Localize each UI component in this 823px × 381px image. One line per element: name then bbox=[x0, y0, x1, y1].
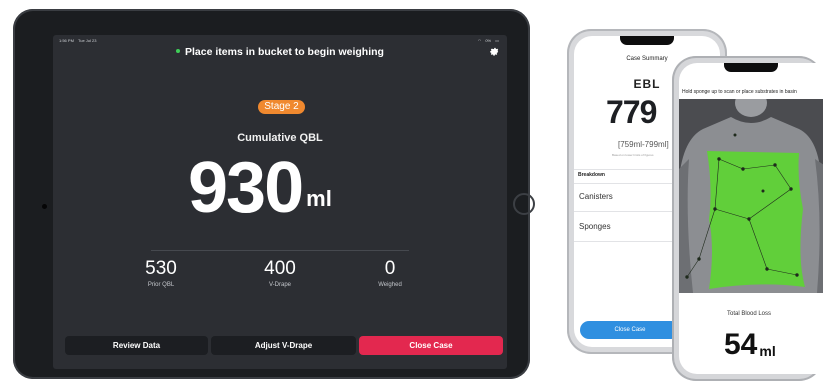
ipad-device: 1:56 PM Tue Jul 23 ◠ 0% ▭ Place items in… bbox=[13, 9, 535, 379]
metric-value: 530 bbox=[145, 258, 177, 279]
status-dot-icon bbox=[176, 49, 181, 54]
status-time: 1:56 PM bbox=[59, 38, 74, 43]
battery-icon: ▭ bbox=[495, 38, 499, 43]
total-blood-loss-number: 54 bbox=[724, 328, 758, 361]
metric-value: 0 bbox=[384, 258, 396, 279]
header-message: Place items in bucket to begin weighing bbox=[53, 46, 507, 58]
breakdown-row-canisters[interactable]: Canisters bbox=[579, 192, 613, 201]
total-blood-loss-unit: ml bbox=[759, 343, 776, 359]
cumulative-qbl-value: 930 ml bbox=[188, 144, 332, 224]
camera-icon bbox=[42, 204, 47, 209]
home-button[interactable] bbox=[513, 193, 535, 215]
metric-label: Prior QBL bbox=[147, 282, 175, 288]
breakdown-label: Breakdown bbox=[578, 172, 605, 178]
cumulative-qbl-number: 930 bbox=[188, 148, 304, 228]
status-date: Tue Jul 23 bbox=[77, 38, 97, 43]
phone-scan-screen: Hold sponge up to scan or place substrat… bbox=[679, 63, 823, 374]
adjust-v-drape-button[interactable]: Adjust V-Drape bbox=[211, 336, 356, 355]
cumulative-qbl-unit: ml bbox=[306, 186, 332, 211]
close-case-button[interactable]: Close Case bbox=[359, 336, 503, 355]
ebl-range: [759ml-799ml] bbox=[618, 140, 669, 149]
notch bbox=[724, 63, 778, 72]
close-case-button[interactable]: Close Case bbox=[580, 321, 680, 339]
header-message-text: Place items in bucket to begin weighing bbox=[185, 46, 384, 58]
review-data-button[interactable]: Review Data bbox=[65, 336, 208, 355]
metric-prior-qbl: 530 Prior QBL bbox=[126, 258, 196, 288]
ipad-screen: 1:56 PM Tue Jul 23 ◠ 0% ▭ Place items in… bbox=[53, 35, 507, 369]
scan-instruction: Hold sponge up to scan or place substrat… bbox=[682, 89, 797, 95]
ebl-value: 779 bbox=[606, 94, 657, 130]
gear-icon[interactable] bbox=[489, 46, 500, 57]
metric-value: 400 bbox=[264, 258, 296, 279]
notch bbox=[620, 36, 674, 45]
metric-v-drape: 400 V-Drape bbox=[245, 258, 315, 288]
status-bar: 1:56 PM Tue Jul 23 ◠ 0% ▭ bbox=[59, 38, 499, 44]
total-blood-loss-value: 54 ml bbox=[724, 330, 776, 360]
breakdown-row-sponges[interactable]: Sponges bbox=[579, 222, 611, 231]
camera-scan-view bbox=[679, 99, 823, 293]
phone-scan: Hold sponge up to scan or place substrat… bbox=[672, 56, 823, 381]
wifi-icon: ◠ bbox=[477, 38, 482, 43]
cumulative-qbl-label: Cumulative QBL bbox=[237, 132, 323, 144]
product-showcase: 1:56 PM Tue Jul 23 ◠ 0% ▭ Place items in… bbox=[0, 0, 823, 381]
battery-percent: 0% bbox=[485, 38, 492, 43]
stage-badge: Stage 2 bbox=[258, 100, 305, 114]
metric-weighed: 0 Weighed bbox=[355, 258, 425, 288]
metric-label: Weighed bbox=[378, 282, 402, 288]
ebl-note: Based on lower limits of figures bbox=[612, 153, 654, 157]
metric-label: V-Drape bbox=[268, 282, 291, 288]
sponge-highlight bbox=[707, 151, 805, 289]
total-blood-loss-label: Total Blood Loss bbox=[726, 311, 772, 317]
scan-image bbox=[679, 99, 823, 293]
divider bbox=[151, 250, 409, 251]
